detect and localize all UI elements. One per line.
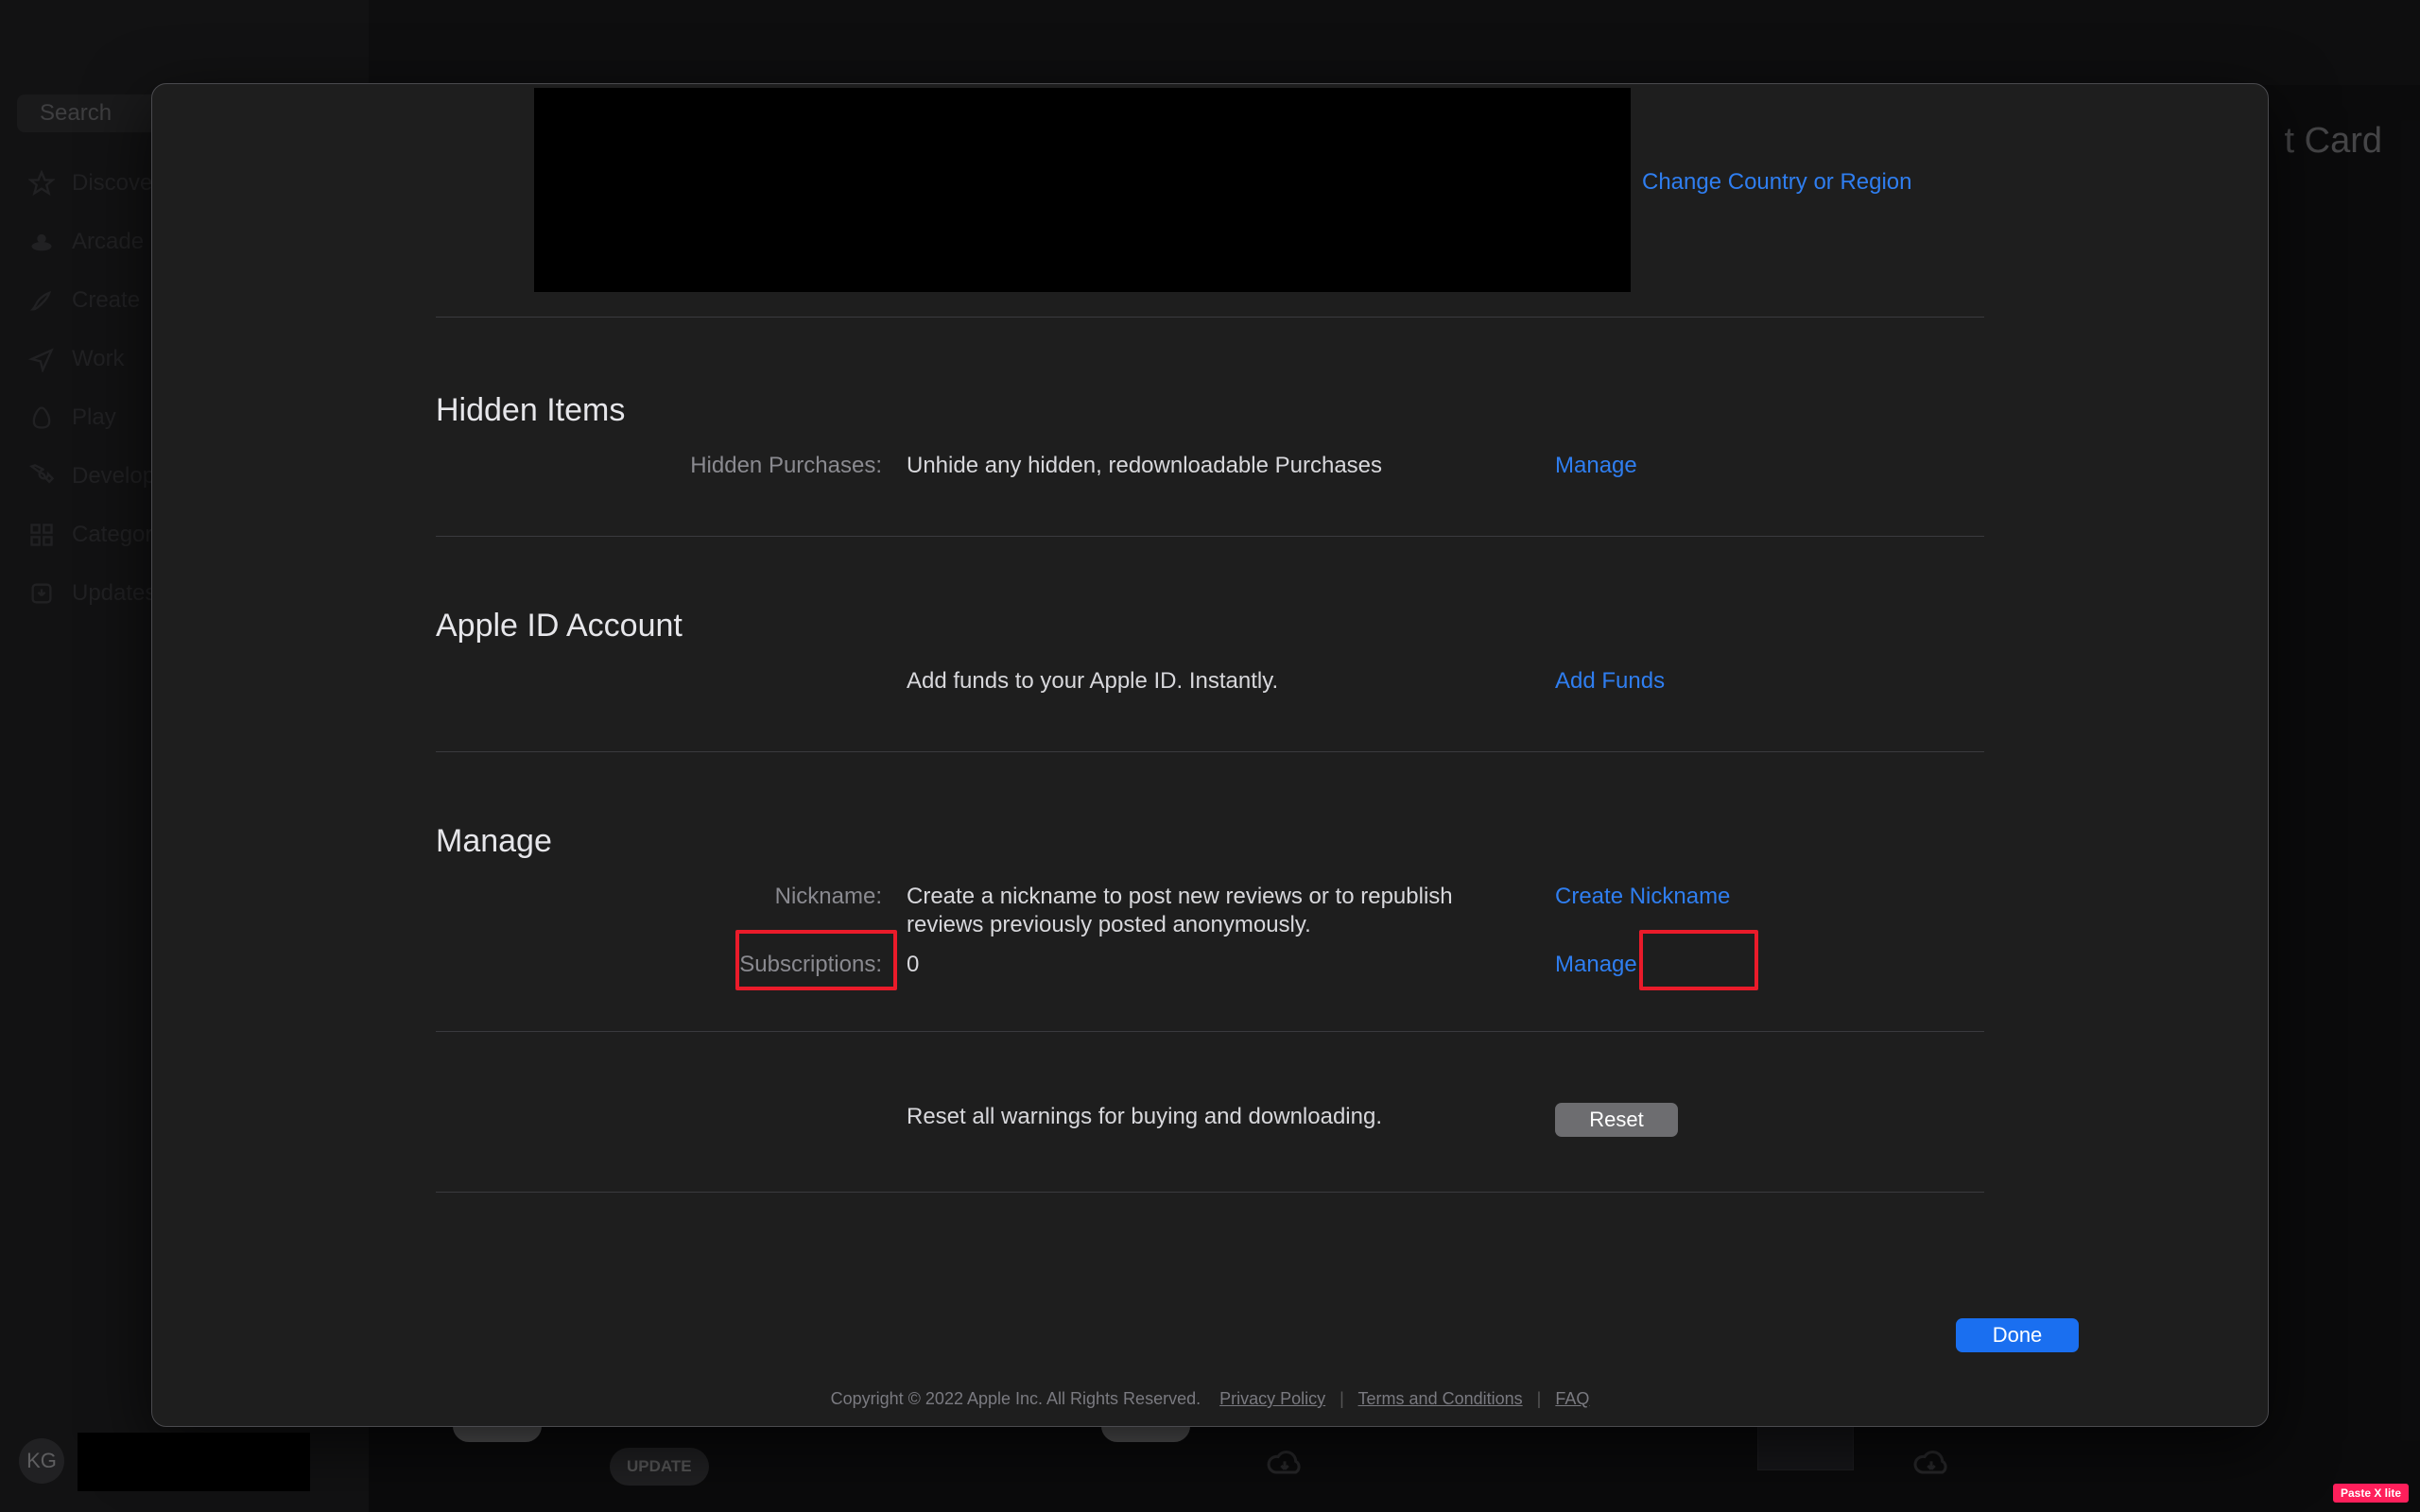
footer-sep: |	[1340, 1389, 1344, 1408]
divider	[436, 317, 1984, 318]
subscriptions-count: 0	[907, 951, 1530, 979]
faq-link[interactable]: FAQ	[1555, 1389, 1589, 1408]
terms-link[interactable]: Terms and Conditions	[1358, 1389, 1523, 1408]
manage-subscriptions-link[interactable]: Manage	[1555, 951, 1933, 979]
section-manage: Manage Nickname: Create a nickname to po…	[436, 823, 1984, 979]
add-funds-row: Add funds to your Apple ID. Instantly. A…	[436, 667, 1984, 696]
redacted-block	[534, 88, 1631, 292]
reset-button[interactable]: Reset	[1555, 1103, 1678, 1137]
change-country-link[interactable]: Change Country or Region	[1642, 169, 1912, 196]
reset-warnings-row: Reset all warnings for buying and downlo…	[436, 1103, 1984, 1137]
row-label: Hidden Purchases:	[436, 452, 882, 480]
add-funds-link[interactable]: Add Funds	[1555, 667, 1933, 696]
section-apple-id-account: Apple ID Account Add funds to your Apple…	[436, 608, 1984, 696]
footer-sep: |	[1537, 1389, 1542, 1408]
nickname-row: Nickname: Create a nickname to post new …	[436, 883, 1984, 939]
divider	[436, 1031, 1984, 1032]
create-nickname-link[interactable]: Create Nickname	[1555, 883, 1933, 911]
manage-hidden-purchases-link[interactable]: Manage	[1555, 452, 1933, 480]
divider	[436, 1192, 1984, 1193]
section-title: Hidden Items	[436, 392, 1984, 429]
section-hidden-items: Hidden Items Hidden Purchases: Unhide an…	[436, 392, 1984, 480]
modal-footer: Copyright © 2022 Apple Inc. All Rights R…	[152, 1389, 2268, 1409]
hidden-purchases-row: Hidden Purchases: Unhide any hidden, red…	[436, 452, 1984, 480]
divider	[436, 751, 1984, 752]
row-value: Reset all warnings for buying and downlo…	[907, 1103, 1530, 1131]
subscriptions-label: Subscriptions:	[436, 951, 882, 979]
done-button[interactable]: Done	[1956, 1318, 2079, 1352]
privacy-policy-link[interactable]: Privacy Policy	[1219, 1389, 1325, 1408]
divider	[436, 536, 1984, 537]
subscriptions-row: Subscriptions: 0 Manage	[436, 951, 1984, 979]
paste-x-lite-badge: Paste X lite	[2333, 1484, 2409, 1503]
row-value: Unhide any hidden, redownloadable Purcha…	[907, 452, 1530, 480]
footer-copyright: Copyright © 2022 Apple Inc. All Rights R…	[831, 1389, 1201, 1408]
row-label: Nickname:	[436, 883, 882, 911]
section-title: Manage	[436, 823, 1984, 860]
section-title: Apple ID Account	[436, 608, 1984, 644]
row-value: Create a nickname to post new reviews or…	[907, 883, 1530, 939]
account-settings-modal: Change Country or Region Hidden Items Hi…	[151, 83, 2269, 1427]
row-value: Add funds to your Apple ID. Instantly.	[907, 667, 1530, 696]
section-reset-warnings: Reset all warnings for buying and downlo…	[436, 1103, 1984, 1137]
